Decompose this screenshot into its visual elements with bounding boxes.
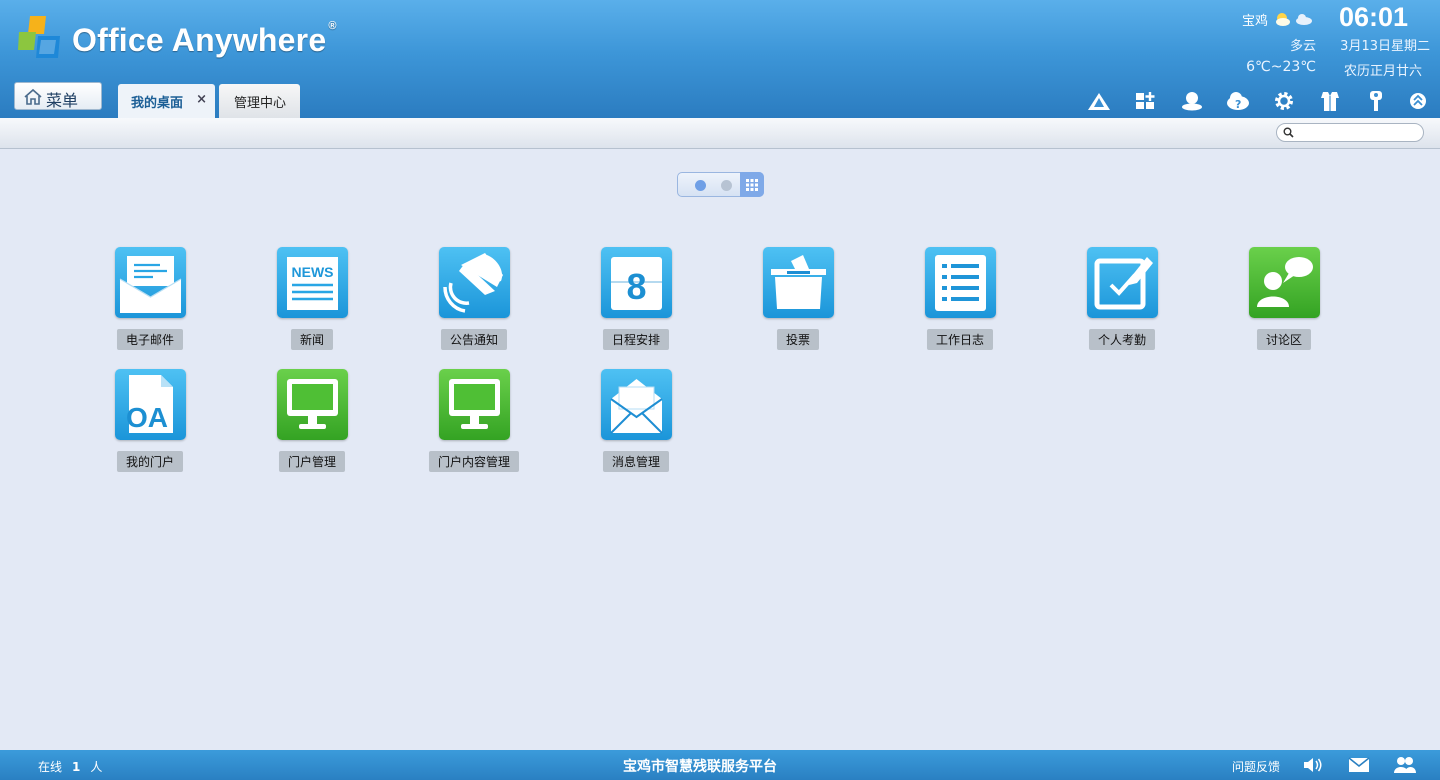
email-icon [115,247,186,318]
add-widget-icon[interactable] [1134,90,1158,112]
key-icon[interactable] [1364,90,1388,112]
message-envelope-icon [601,369,672,440]
app-label: 讨论区 [1256,329,1312,350]
weather-city: 宝鸡 [1241,14,1268,29]
svg-text:?: ? [1235,98,1241,111]
home-icon [24,88,42,105]
close-tab-icon[interactable]: × [196,92,207,107]
footer-bar: 在线 1 人 宝鸡市智慧残联服务平台 问题反馈 [0,750,1440,780]
office-logo-icon [18,16,60,58]
svg-text:OA: OA [126,402,168,433]
app-label: 我的门户 [116,451,184,472]
monitor-icon [439,369,510,440]
sun-cloud-icon [1276,13,1290,26]
platform-name: 宝鸡市智慧残联服务平台 [623,759,777,775]
cloud-icon [1296,14,1312,25]
svg-text:NEWS: NEWS [292,264,334,280]
announcement-bell-icon [439,247,510,318]
tab-label: 我的桌面 [131,96,184,111]
page-dot-1[interactable] [695,180,706,191]
attendance-edit-icon [1087,247,1158,318]
app-portal-management[interactable]: 门户管理 [252,369,372,479]
page-switcher [677,172,764,197]
app-my-portal[interactable]: OA 我的门户 [90,369,210,479]
user-status-icon[interactable] [1180,90,1204,112]
app-label: 公告通知 [440,329,508,350]
menu-button-label: 菜单 [46,91,79,110]
search-icon [1283,127,1294,138]
app-announcement[interactable]: 公告通知 [414,247,534,357]
ballot-box-icon [763,247,834,318]
app-label: 门户内容管理 [428,451,520,472]
app-schedule[interactable]: 8 日程安排 [576,247,696,357]
worklog-list-icon [925,247,996,318]
grid-icon [746,179,758,191]
app-attendance[interactable]: 个人考勤 [1062,247,1182,357]
user-alert-icon[interactable] [1087,90,1111,112]
app-label: 新闻 [290,329,334,350]
app-worklog[interactable]: 工作日志 [900,247,1020,357]
weather-icons [1276,13,1312,26]
lunar-date: 农历正月廿六 [1343,64,1422,79]
oa-document-icon: OA [115,369,186,440]
mail-icon[interactable] [1348,756,1370,774]
clock: 06:01 [1338,2,1408,32]
collapse-icon[interactable] [1406,90,1430,112]
app-label: 投票 [776,329,820,350]
theme-icon[interactable] [1318,90,1342,112]
feedback-link[interactable]: 问题反馈 [1232,758,1280,775]
menu-button[interactable]: 菜单 [14,82,102,110]
search-input[interactable] [1297,125,1421,141]
temperature-range: 6℃~23℃ [1246,59,1316,75]
svg-text:8: 8 [626,266,646,307]
app-label: 消息管理 [602,451,670,472]
calendar-icon: 8 [601,247,672,318]
news-icon: NEWS [277,247,348,318]
app-logo-text: Office Anywhere ® [72,20,337,58]
app-email[interactable]: 电子邮件 [90,247,210,357]
grid-view-button[interactable] [740,172,764,197]
app-message-management[interactable]: 消息管理 [576,369,696,479]
app-label: 工作日志 [926,329,994,350]
toolbar-strip [0,118,1440,149]
app-news[interactable]: NEWS 新闻 [252,247,372,357]
tab-admin-center[interactable]: 管理中心 [219,84,300,118]
app-discussion[interactable]: 讨论区 [1224,247,1344,357]
monitor-icon [277,369,348,440]
speaker-icon[interactable] [1302,756,1324,774]
date-text: 3月13日星期二 [1340,39,1430,54]
top-header: Office Anywhere ® 宝鸡 06:01 多云 3月13日星期二 6℃… [0,0,1440,118]
app-label: 门户管理 [278,451,346,472]
settings-icon[interactable] [1272,90,1296,112]
tab-my-desktop[interactable]: 我的桌面 × [118,84,215,118]
app-label: 日程安排 [602,329,670,350]
app-vote[interactable]: 投票 [738,247,858,357]
app-label: 电子邮件 [116,329,184,350]
app-label: 个人考勤 [1088,329,1156,350]
help-icon[interactable]: ? [1226,90,1250,112]
weather-description: 多云 [1289,39,1316,54]
discussion-icon [1249,247,1320,318]
page-dot-2[interactable] [721,180,732,191]
search-box[interactable] [1276,123,1424,142]
contacts-icon[interactable] [1393,756,1417,774]
tab-label: 管理中心 [234,96,287,111]
app-portal-content-management[interactable]: 门户内容管理 [414,369,534,479]
